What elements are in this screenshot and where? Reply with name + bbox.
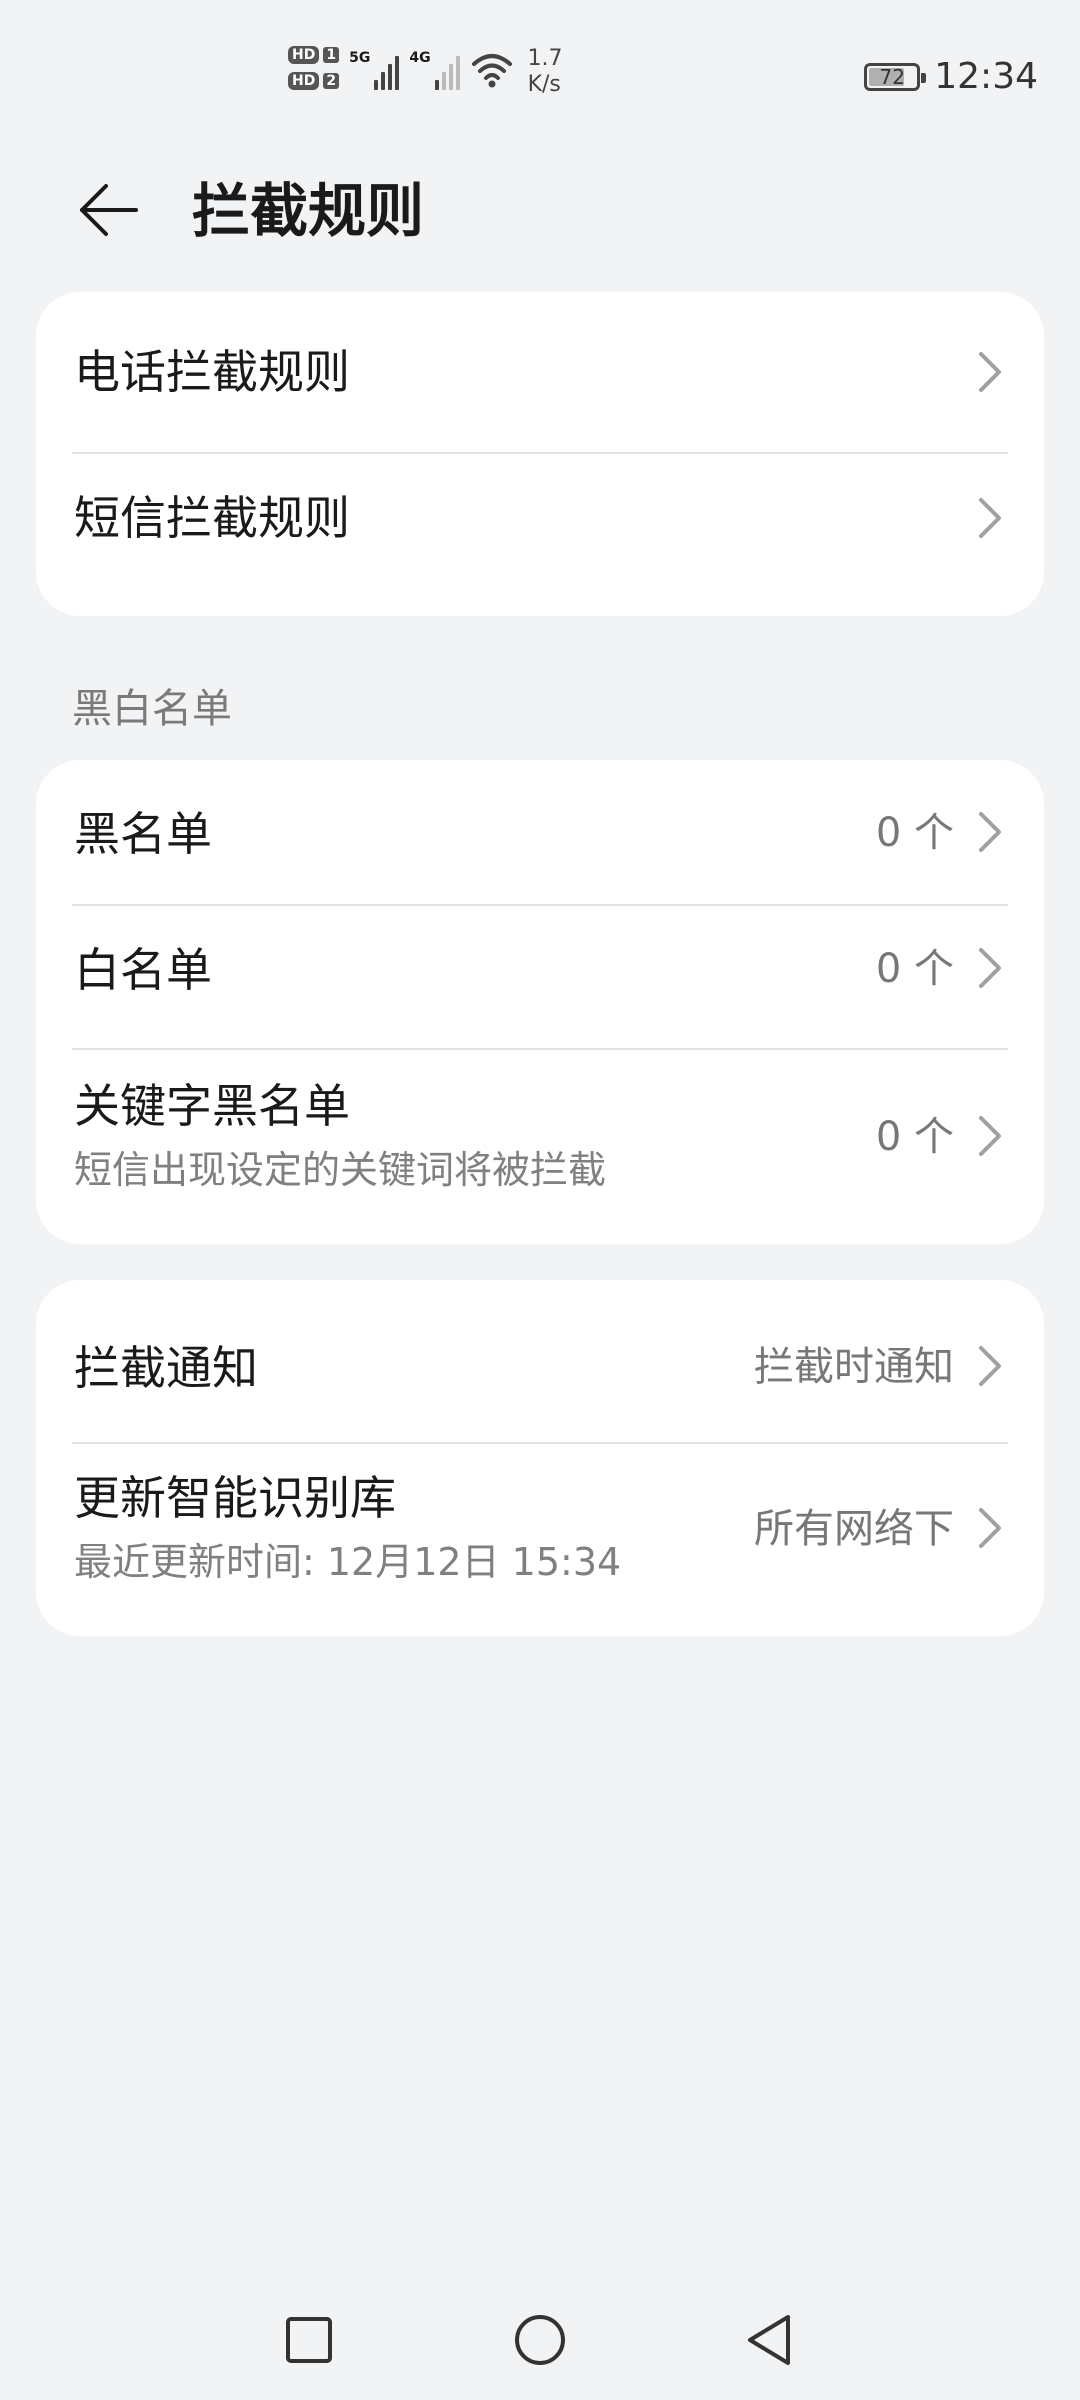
triangle-back-icon[interactable]: [742, 2312, 798, 2368]
signal-bars-icon: [434, 50, 460, 90]
item-value: 拦截时通知: [754, 1344, 954, 1390]
network-type-label: 4G: [409, 50, 431, 66]
block-notification-item[interactable]: 拦截通知 拦截时通知: [36, 1280, 1044, 1442]
blacklist-item[interactable]: 黑名单 0 个: [36, 760, 1044, 904]
chevron-right-icon: [979, 948, 1001, 988]
battery-icon: 72: [864, 62, 927, 91]
sim2-signal: 4G: [409, 50, 460, 90]
item-label: 电话拦截规则: [74, 345, 350, 399]
item-description: 短信出现设定的关键词将被拦截: [74, 1148, 607, 1192]
update-library-item[interactable]: 更新智能识别库 最近更新时间: 12月12日 15:34 所有网络下: [36, 1444, 1044, 1636]
whitelist-item[interactable]: 白名单 0 个: [36, 906, 1044, 1048]
item-value: 所有网络下: [754, 1506, 954, 1552]
item-label: 关键字黑名单: [74, 1079, 350, 1133]
item-label: 白名单: [74, 943, 212, 997]
hd-stack: HD 1 HD 2: [288, 46, 340, 90]
chevron-right-icon: [979, 1508, 1001, 1548]
speed-value: 1.7: [527, 46, 563, 71]
arrow-left-icon: [80, 184, 138, 236]
chevron-right-icon: [979, 498, 1001, 538]
rules-card: 电话拦截规则 短信拦截规则: [36, 292, 1044, 616]
item-label: 短信拦截规则: [74, 491, 350, 545]
item-label: 黑名单: [74, 807, 212, 861]
battery-level: 72: [879, 64, 905, 89]
status-bar: HD 1 HD 2 5G 4G 1.7 K/s 72 12:34: [0, 0, 1080, 120]
hd-label: HD: [288, 46, 320, 64]
circle-icon[interactable]: [512, 2312, 568, 2368]
hd-label: HD: [288, 72, 320, 90]
network-speed: 1.7 K/s: [528, 46, 563, 98]
signal-bars-icon: [374, 50, 400, 90]
item-count: 0 个: [875, 946, 954, 992]
item-count: 0 个: [875, 1114, 954, 1160]
page-title: 拦截规则: [192, 177, 425, 245]
square-icon[interactable]: [281, 2312, 337, 2368]
chevron-right-icon: [979, 1346, 1001, 1386]
phone-block-rules-item[interactable]: 电话拦截规则: [36, 292, 1044, 452]
sim-number: 1: [323, 47, 340, 63]
status-left: HD 1 HD 2 5G 4G 1.7 K/s: [288, 46, 563, 98]
sim1-signal: 5G: [349, 50, 400, 90]
sms-block-rules-item[interactable]: 短信拦截规则: [36, 454, 1044, 616]
app-header: 拦截规则: [0, 150, 1080, 270]
sim-number: 2: [323, 73, 340, 89]
back-button[interactable]: [70, 172, 146, 248]
chevron-right-icon: [979, 352, 1001, 392]
section-label-lists: 黑白名单: [72, 686, 232, 732]
item-label: 更新智能识别库: [74, 1471, 396, 1525]
keyword-blacklist-item[interactable]: 关键字黑名单 短信出现设定的关键词将被拦截 0 个: [36, 1050, 1044, 1244]
last-update-time: 最近更新时间: 12月12日 15:34: [74, 1540, 622, 1584]
item-label: 拦截通知: [74, 1341, 258, 1395]
wifi-icon: [471, 54, 512, 88]
system-nav-bar: [0, 2290, 1080, 2390]
hd-badge-sim1: HD 1: [288, 46, 340, 64]
chevron-right-icon: [979, 1116, 1001, 1156]
speed-unit: K/s: [527, 72, 561, 97]
item-count: 0 个: [875, 810, 954, 856]
network-type-label: 5G: [349, 50, 371, 66]
lists-card: 黑名单 0 个 白名单 0 个 关键字黑名单 短信出现设定的关键词将被拦截 0 …: [36, 760, 1044, 1244]
settings-card: 拦截通知 拦截时通知 更新智能识别库 最近更新时间: 12月12日 15:34 …: [36, 1280, 1044, 1636]
chevron-right-icon: [979, 812, 1001, 852]
hd-badge-sim2: HD 2: [288, 72, 340, 90]
status-right: 72 12:34: [864, 56, 1038, 97]
clock: 12:34: [934, 56, 1038, 97]
